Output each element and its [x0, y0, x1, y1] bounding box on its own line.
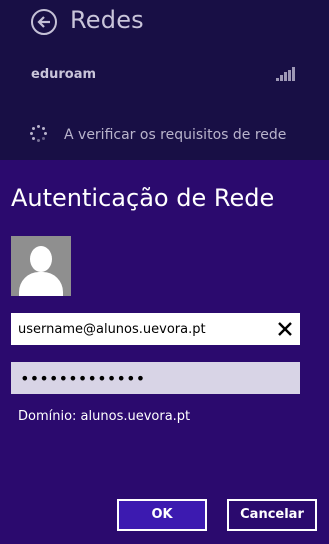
username-field[interactable]	[11, 313, 300, 345]
ok-button[interactable]: OK	[117, 499, 207, 531]
domain-text: Domínio: alunos.uevora.pt	[18, 409, 191, 424]
close-icon	[278, 322, 292, 336]
status-text: A verificar os requisitos de rede	[64, 127, 287, 143]
back-button[interactable]	[31, 9, 57, 35]
auth-title: Autenticação de Rede	[11, 184, 275, 212]
networks-panel: Redes eduroam A verificar os requisitos …	[0, 0, 329, 160]
password-input[interactable]	[11, 362, 300, 394]
network-name[interactable]: eduroam	[31, 67, 96, 82]
back-arrow-icon	[37, 16, 50, 28]
clear-button[interactable]	[276, 320, 294, 338]
loading-spinner-icon	[30, 125, 48, 143]
username-input[interactable]	[11, 313, 266, 345]
cancel-button[interactable]: Cancelar	[227, 499, 317, 531]
user-avatar-icon	[11, 236, 71, 296]
panel-title: Redes	[70, 6, 144, 34]
wifi-signal-icon	[276, 67, 296, 81]
password-field[interactable]	[11, 362, 300, 394]
